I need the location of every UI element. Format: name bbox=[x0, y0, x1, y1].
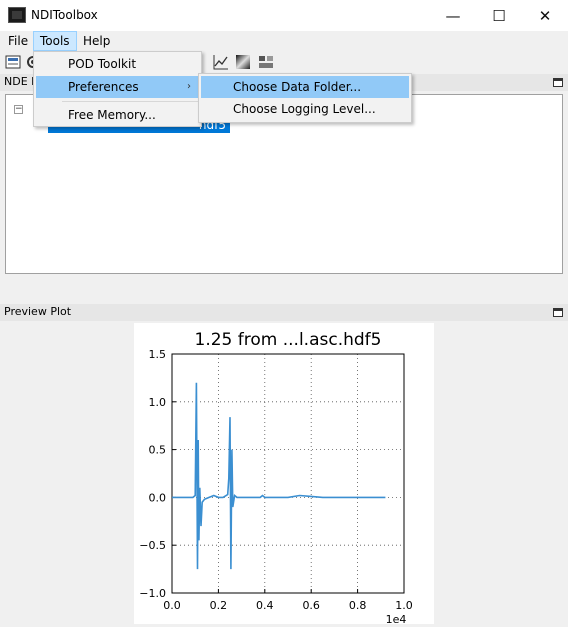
preview-panel-header: Preview Plot bbox=[0, 304, 568, 321]
submenu-arrow-icon: › bbox=[187, 81, 191, 92]
float-icon[interactable] bbox=[553, 78, 563, 87]
preferences-submenu: Choose Data Folder... Choose Logging Lev… bbox=[198, 73, 412, 123]
menu-item-free-memory[interactable]: Free Memory... bbox=[36, 104, 199, 126]
close-button[interactable]: ✕ bbox=[522, 0, 568, 31]
x-tick-label: 0.0 bbox=[163, 599, 181, 612]
minimize-button[interactable]: — bbox=[430, 0, 476, 31]
menu-separator bbox=[62, 101, 198, 102]
mega-plot-icon[interactable] bbox=[258, 54, 274, 70]
app-icon bbox=[8, 7, 26, 23]
preview-plot-canvas: 1.25 from ...l.asc.hdf5 0.0 0.2 0.4 0.6 0.8 1.… bbox=[134, 323, 434, 626]
menu-item-choose-data-folder[interactable]: Choose Data Folder... bbox=[201, 76, 409, 98]
x-tick-label: 0.4 bbox=[256, 599, 274, 612]
y-tick-label: −1.0 bbox=[139, 587, 166, 600]
x-tick-label: 0.2 bbox=[210, 599, 228, 612]
y-tick-label: 1.0 bbox=[149, 396, 167, 409]
tools-menu: POD Toolkit Preferences › Free Memory... bbox=[33, 51, 202, 127]
menu-item-label: Preferences bbox=[68, 80, 139, 94]
y-tick-label: 0.0 bbox=[149, 491, 167, 504]
menu-bar: File Tools Help bbox=[0, 31, 568, 51]
x-tick-label: 0.6 bbox=[302, 599, 320, 612]
preview-plot-panel: Preview Plot 1.25 from ...l.asc.hdf5 0.0 0… bbox=[0, 304, 568, 626]
x-tick-label: 1.0 bbox=[395, 599, 413, 612]
window-title: NDIToolbox bbox=[31, 8, 98, 22]
title-bar: NDIToolbox — ☐ ✕ bbox=[0, 0, 568, 31]
line-plot-icon[interactable] bbox=[213, 54, 229, 70]
series-line bbox=[172, 382, 386, 570]
y-tick-label: 1.5 bbox=[149, 348, 167, 361]
open-icon[interactable] bbox=[5, 54, 21, 70]
menu-item-choose-logging-level[interactable]: Choose Logging Level... bbox=[201, 98, 409, 120]
menu-file[interactable]: File bbox=[2, 31, 34, 51]
y-tick-label: −0.5 bbox=[139, 539, 166, 552]
preview-chart: 1.25 from ...l.asc.hdf5 0.0 0.2 0.4 0.6 0.8 1.… bbox=[139, 330, 413, 626]
menu-item-preferences[interactable]: Preferences › bbox=[36, 76, 199, 98]
menu-tools[interactable]: Tools bbox=[33, 31, 77, 51]
plot-frame bbox=[171, 353, 405, 594]
x-offset-label: 1e4 bbox=[386, 613, 407, 624]
preview-panel-title: Preview Plot bbox=[4, 305, 72, 318]
y-tick-label: 0.5 bbox=[149, 444, 167, 457]
chart-title: 1.25 from ...l.asc.hdf5 bbox=[195, 330, 382, 350]
menu-help[interactable]: Help bbox=[77, 31, 116, 51]
x-tick-label: 0.8 bbox=[349, 599, 367, 612]
maximize-button[interactable]: ☐ bbox=[476, 0, 522, 31]
image-plot-icon[interactable] bbox=[235, 54, 251, 70]
tree-expander-icon[interactable]: − bbox=[14, 105, 23, 114]
menu-item-pod-toolkit[interactable]: POD Toolkit bbox=[36, 53, 199, 75]
float-icon[interactable] bbox=[553, 308, 563, 317]
